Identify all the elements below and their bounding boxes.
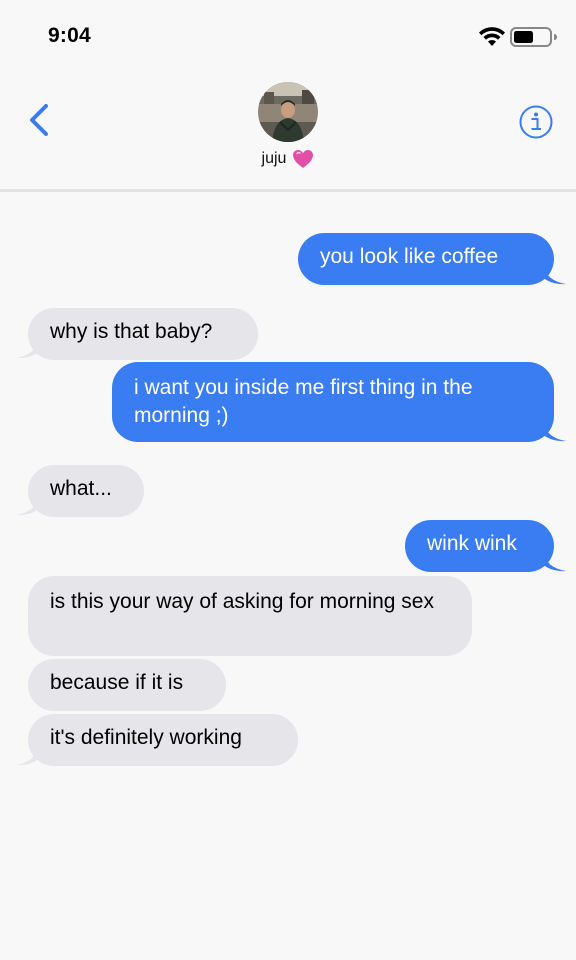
message-bubble-received[interactable]: what...: [28, 465, 144, 517]
status-time: 9:04: [48, 24, 91, 47]
messages-screen: 9:04 juju you look like coffee why is th…: [0, 0, 576, 960]
contact-name: juju: [261, 150, 287, 167]
message-bubble-sent[interactable]: i want you inside me first thing in the …: [112, 362, 554, 442]
heart-icon: [293, 150, 314, 168]
message-bubble-received[interactable]: why is that baby?: [28, 308, 258, 360]
back-button[interactable]: [22, 100, 56, 140]
info-button[interactable]: [518, 104, 554, 140]
avatar[interactable]: [258, 82, 318, 142]
message-bubble-sent[interactable]: wink wink: [405, 520, 554, 572]
contact-name-row[interactable]: juju: [0, 146, 576, 172]
message-bubble-sent[interactable]: you look like coffee: [298, 233, 554, 285]
battery-icon: [510, 27, 557, 47]
status-bar: 9:04: [0, 0, 576, 72]
wifi-icon: [479, 27, 505, 46]
message-bubble-received[interactable]: because if it is: [28, 659, 226, 711]
header-divider: [0, 189, 576, 192]
message-bubble-received[interactable]: is this your way of asking for morning s…: [28, 576, 472, 656]
avatar-photo: [258, 82, 318, 142]
message-bubble-received[interactable]: it's definitely working: [28, 714, 298, 766]
